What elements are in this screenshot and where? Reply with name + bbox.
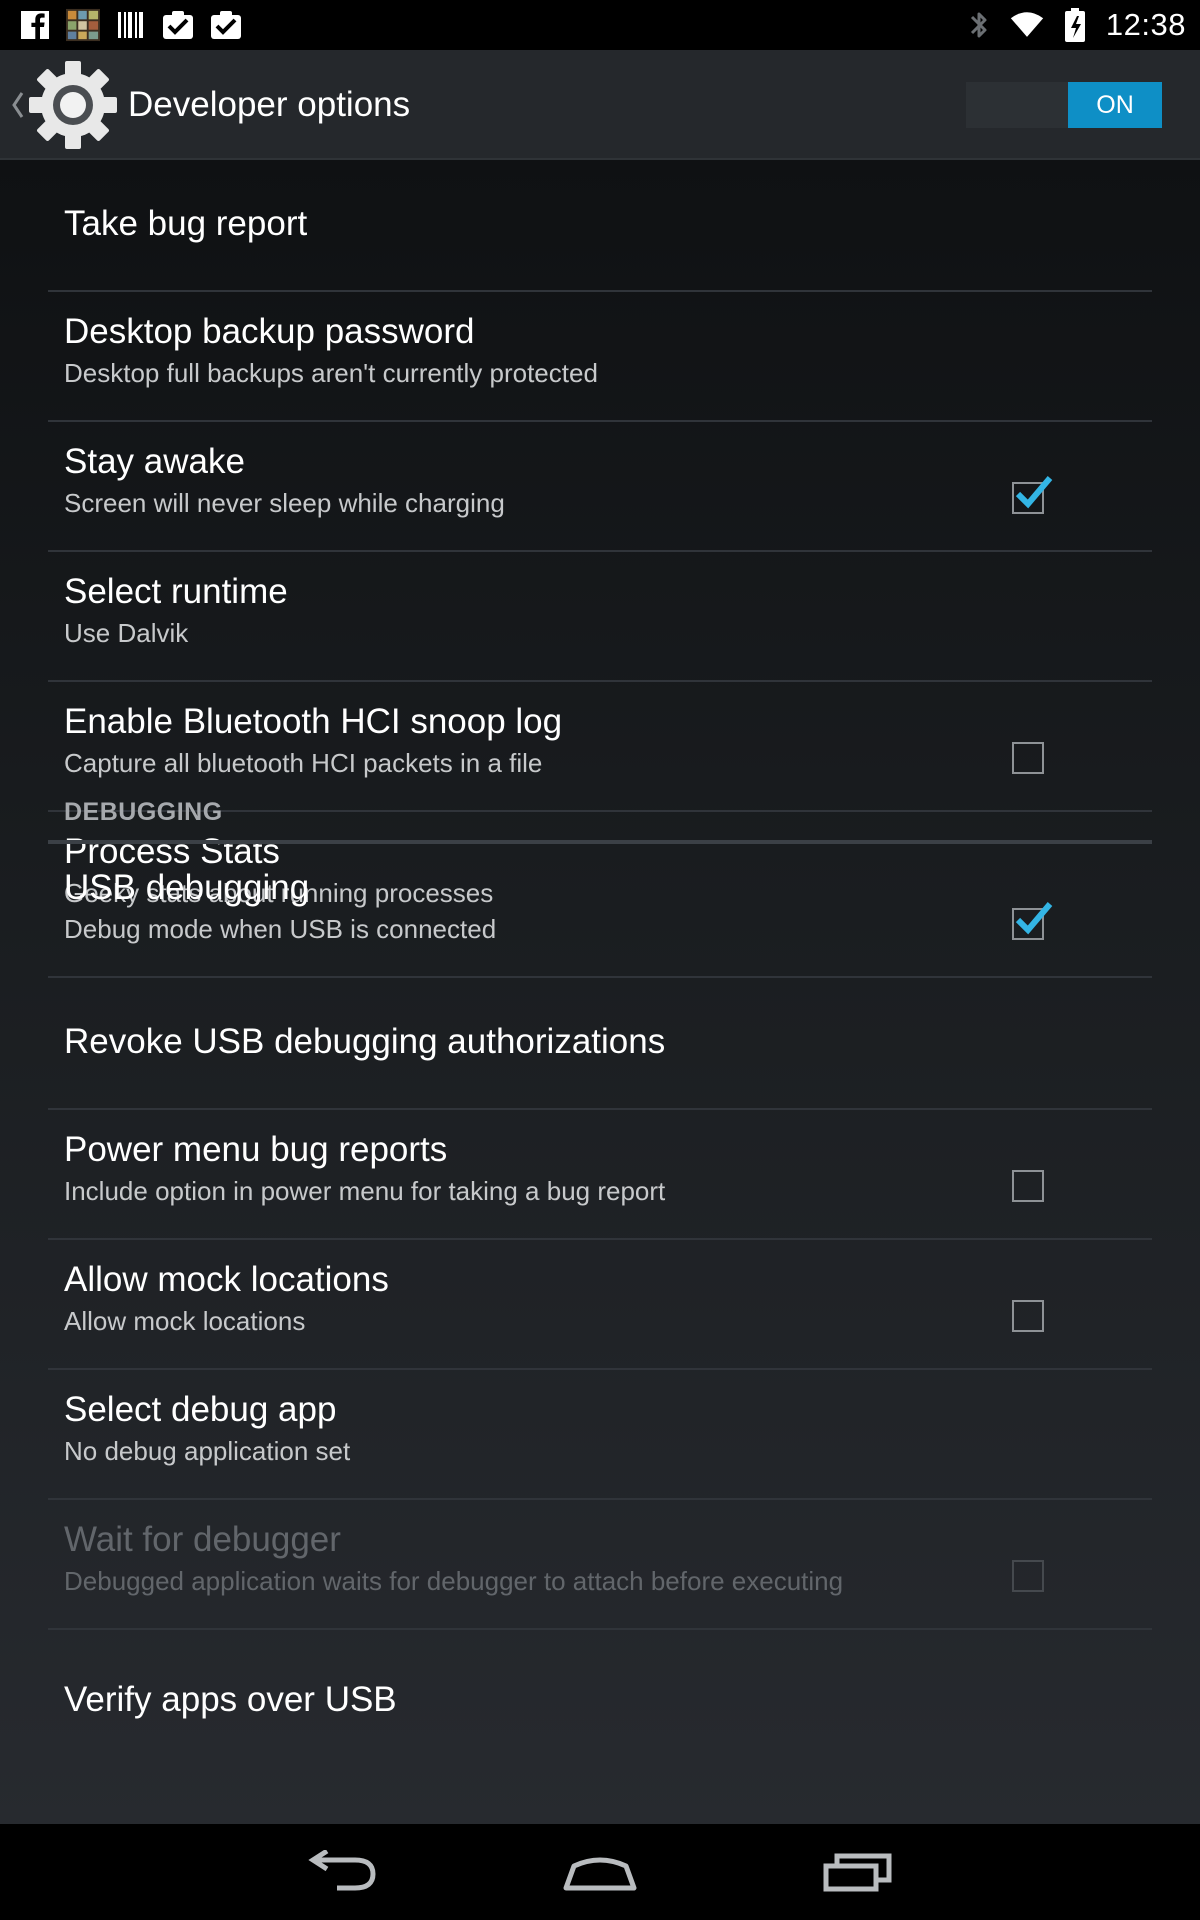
item-subtitle: Include option in power menu for taking … <box>64 1176 666 1206</box>
wait-for-debugger-item: Wait for debugger Debugged application w… <box>48 1500 1152 1630</box>
task-check-icon <box>210 8 244 42</box>
desktop-backup-password-item[interactable]: Desktop backup password Desktop full bac… <box>48 292 1152 422</box>
item-subtitle: No debug application set <box>64 1436 351 1466</box>
allow-mock-locations-checkbox[interactable] <box>1012 1300 1044 1332</box>
power-menu-bug-reports-checkbox[interactable] <box>1012 1170 1044 1202</box>
action-bar: Developer options ON <box>0 50 1200 160</box>
item-title: Take bug report <box>64 204 308 243</box>
item-subtitle: Use Dalvik <box>64 618 189 648</box>
developer-options-switch[interactable]: ON <box>966 82 1162 128</box>
settings-list[interactable]: Take bug report Desktop backup password … <box>0 160 1200 1824</box>
item-title: Wait for debugger <box>64 1520 341 1559</box>
item-title: USB debugging <box>64 868 310 907</box>
status-time: 12:38 <box>1105 7 1186 42</box>
battery-icon <box>1058 8 1092 42</box>
bluetooth-icon <box>962 8 996 42</box>
photo-gallery-icon <box>66 8 100 42</box>
item-title: Select debug app <box>64 1390 337 1429</box>
item-title: Select runtime <box>64 572 288 611</box>
item-subtitle: Capture all bluetooth HCI packets in a f… <box>64 748 543 778</box>
recent-apps-button[interactable] <box>788 1824 928 1920</box>
item-subtitle: Desktop full backups aren't currently pr… <box>64 358 598 388</box>
bluetooth-hci-snoop-item[interactable]: Enable Bluetooth HCI snoop log Capture a… <box>48 682 1152 812</box>
stay-awake-checkbox[interactable] <box>1012 476 1053 514</box>
wifi-icon <box>1010 8 1044 42</box>
stay-awake-item[interactable]: Stay awake Screen will never sleep while… <box>48 422 1152 552</box>
select-debug-app-item[interactable]: Select debug app No debug application se… <box>48 1370 1152 1500</box>
item-title: Allow mock locations <box>64 1260 389 1299</box>
page-title: Developer options <box>128 85 411 124</box>
power-menu-bug-reports-item[interactable]: Power menu bug reports Include option in… <box>48 1110 1152 1240</box>
chevron-left-icon <box>12 92 24 118</box>
item-title: Desktop backup password <box>64 312 475 351</box>
revoke-usb-authorizations-item[interactable]: Revoke USB debugging authorizations <box>48 978 1152 1108</box>
recent-apps-icon <box>823 1853 892 1892</box>
task-check-icon <box>162 8 196 42</box>
switch-on-label: ON <box>1068 82 1162 128</box>
wait-for-debugger-checkbox <box>1012 1560 1044 1592</box>
usb-debugging-item[interactable]: USB debugging Debug mode when USB is con… <box>48 844 1152 974</box>
back-icon <box>308 1850 376 1891</box>
home-icon <box>563 1857 637 1891</box>
item-subtitle: Screen will never sleep while charging <box>64 488 505 518</box>
item-subtitle: Allow mock locations <box>64 1306 306 1336</box>
checkmark-icon <box>1015 476 1053 509</box>
status-bar: 12:38 <box>0 0 1200 50</box>
debugging-section-header: DEBUGGING <box>64 798 223 826</box>
item-title: Enable Bluetooth HCI snoop log <box>64 702 563 741</box>
item-subtitle: Debug mode when USB is connected <box>64 914 497 944</box>
verify-apps-over-usb-item[interactable]: Verify apps over USB <box>48 1630 1152 1760</box>
select-runtime-item[interactable]: Select runtime Use Dalvik <box>48 552 1152 682</box>
take-bug-report-item[interactable]: Take bug report <box>48 160 1152 290</box>
item-title: Revoke USB debugging authorizations <box>64 1022 666 1061</box>
bluetooth-hci-snoop-checkbox[interactable] <box>1012 742 1044 774</box>
home-button[interactable] <box>530 1824 670 1920</box>
android-screen: 12:38 Developer options ON Take bug repo… <box>0 0 1200 1920</box>
item-title: Verify apps over USB <box>64 1680 397 1719</box>
item-subtitle: Debugged application waits for debugger … <box>64 1566 844 1596</box>
facebook-icon <box>18 8 52 42</box>
up-navigation-button[interactable] <box>0 50 125 160</box>
item-title: Stay awake <box>64 442 245 481</box>
allow-mock-locations-item[interactable]: Allow mock locations Allow mock location… <box>48 1240 1152 1370</box>
checkmark-icon <box>1015 902 1053 935</box>
settings-gear-icon <box>29 61 117 149</box>
usb-debugging-checkbox[interactable] <box>1012 902 1053 940</box>
barcode-icon <box>114 8 148 42</box>
navigation-bar <box>0 1824 1200 1920</box>
item-title: Power menu bug reports <box>64 1130 448 1169</box>
back-button[interactable] <box>273 1824 413 1920</box>
